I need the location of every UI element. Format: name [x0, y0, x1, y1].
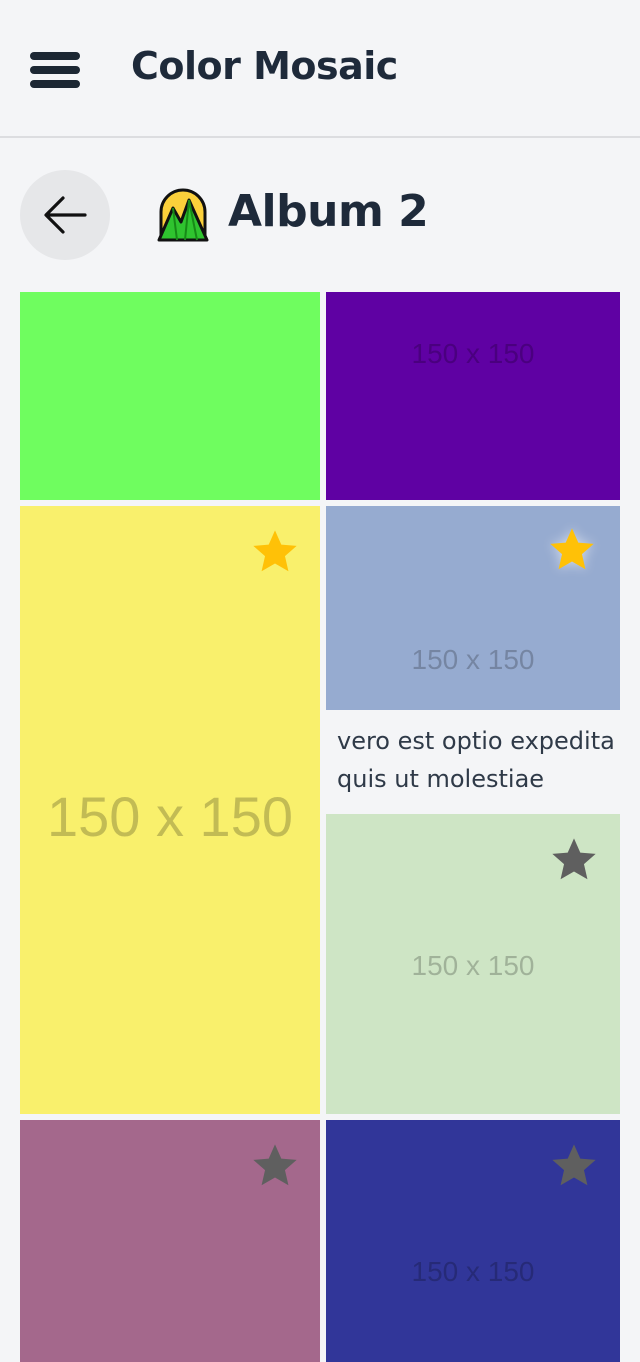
star-icon[interactable]: [249, 526, 301, 578]
app-header: Color Mosaic: [0, 0, 640, 138]
photo-tile[interactable]: 150 x 150: [326, 1120, 620, 1362]
star-outline-icon[interactable]: [548, 1140, 600, 1192]
album-title: Album 2: [228, 186, 429, 237]
photo-tile[interactable]: 150 x 150: [326, 814, 620, 1114]
photo-tile[interactable]: 150 x 150: [326, 292, 620, 500]
back-button[interactable]: [20, 170, 110, 260]
placeholder-text: 150 x 150: [411, 644, 535, 675]
hamburger-menu-icon[interactable]: [30, 52, 80, 88]
caption-line: vero est optio expedita: [337, 727, 615, 755]
star-outline-icon[interactable]: [249, 1140, 301, 1192]
photo-tile[interactable]: [20, 1120, 320, 1362]
photo-caption: vero est optio expedita quis ut molestia…: [337, 722, 620, 798]
arrow-left-icon: [44, 196, 87, 234]
caption-line: quis ut molestiae: [337, 765, 545, 793]
mountain-sunrise-icon: [157, 188, 209, 242]
star-outline-icon[interactable]: [548, 834, 600, 886]
placeholder-text: 150 x 150: [411, 1256, 535, 1287]
placeholder-text: 150 x 150: [411, 338, 535, 369]
placeholder-text: 150 x 150: [47, 785, 293, 848]
photo-tile[interactable]: 150 x 150: [20, 506, 320, 1114]
star-icon[interactable]: [546, 524, 598, 576]
photo-tile[interactable]: [20, 292, 320, 500]
placeholder-text: 150 x 150: [411, 950, 535, 981]
photo-tile[interactable]: 150 x 150: [326, 506, 620, 710]
app-title: Color Mosaic: [131, 44, 398, 88]
